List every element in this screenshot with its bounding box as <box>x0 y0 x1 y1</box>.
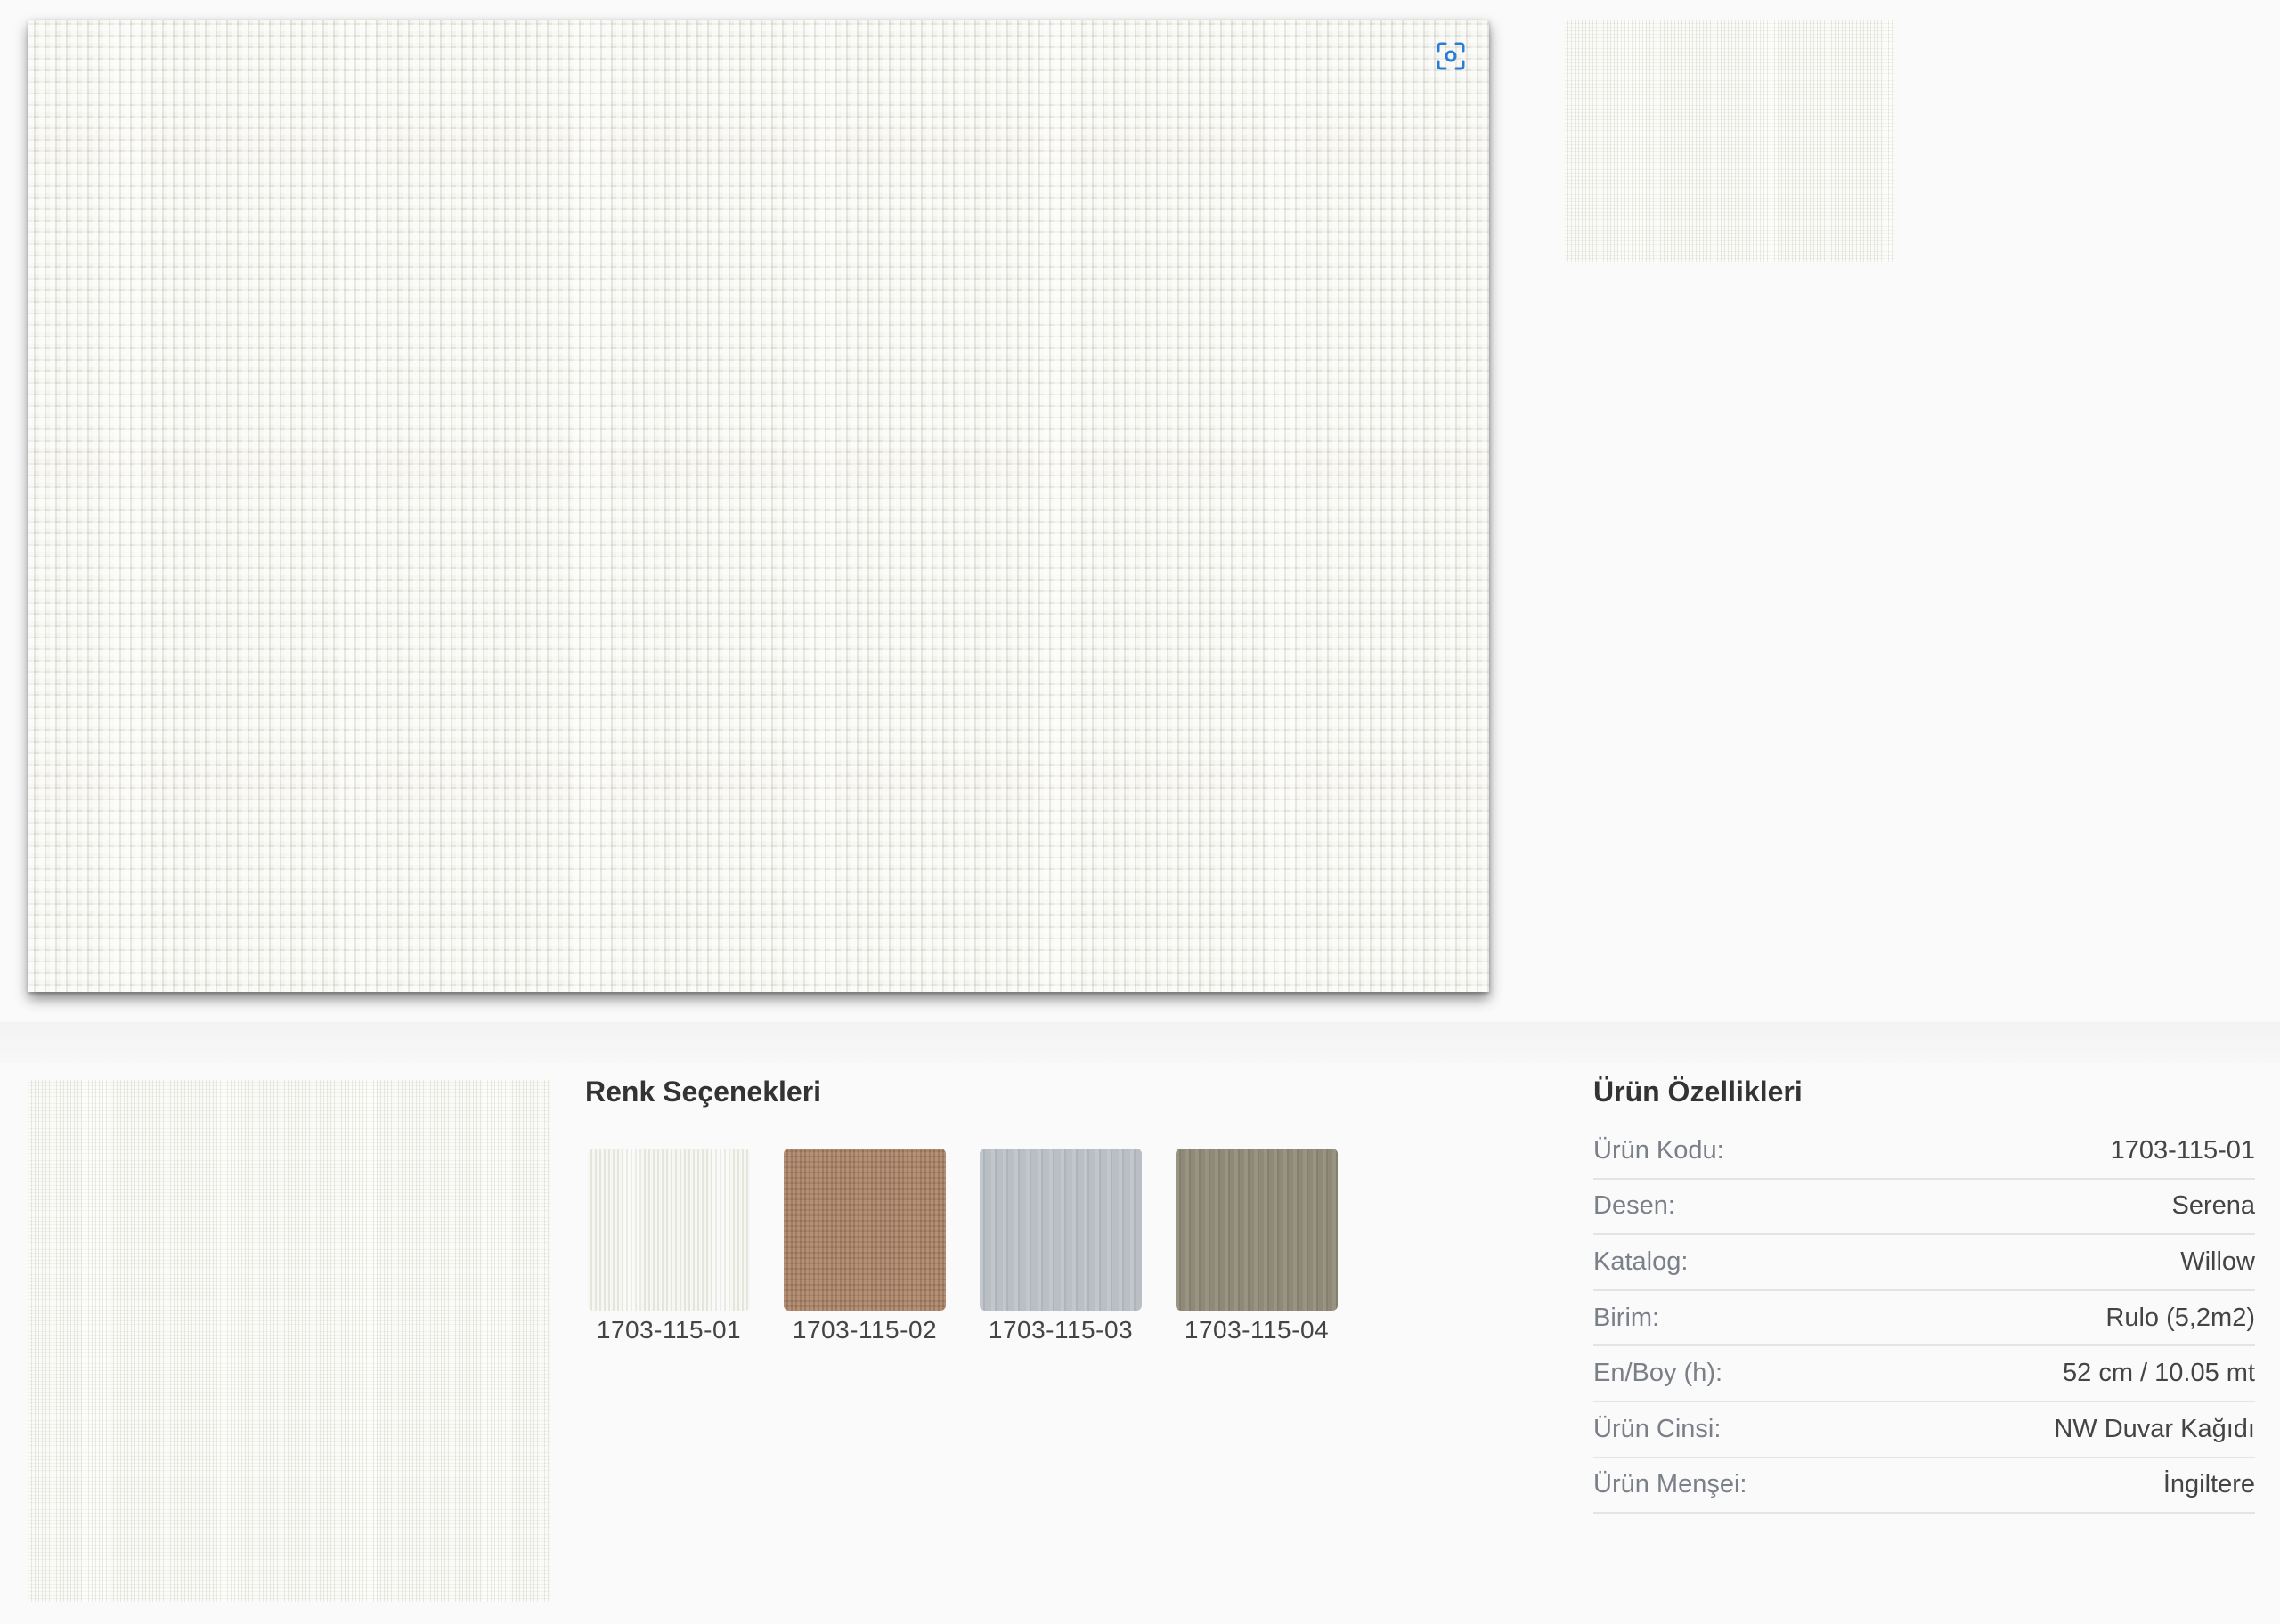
spec-value: Willow <box>2180 1246 2255 1276</box>
color-options-title: Renk Seçenekleri <box>585 1076 822 1108</box>
product-specs-table: Ürün Kodu: 1703-115-01 Desen: Serena Kat… <box>1593 1124 2255 1514</box>
main-product-image[interactable] <box>28 20 1489 992</box>
spec-label: Desen: <box>1593 1191 1675 1221</box>
swatch-chip[interactable] <box>784 1149 946 1311</box>
spec-row-catalog: Katalog: Willow <box>1593 1235 2255 1291</box>
spec-label: Katalog: <box>1593 1246 1689 1276</box>
color-swatch-1703-115-02[interactable]: 1703-115-02 <box>784 1149 946 1344</box>
product-preview-image <box>28 1080 550 1602</box>
spec-value: Serena <box>2171 1191 2255 1221</box>
swatch-chip[interactable] <box>588 1149 750 1311</box>
section-divider <box>0 1022 2280 1063</box>
color-swatch-1703-115-03[interactable]: 1703-115-03 <box>980 1149 1142 1344</box>
spec-row-pattern: Desen: Serena <box>1593 1180 2255 1236</box>
zoom-button[interactable] <box>1432 37 1470 75</box>
spec-row-origin: Ürün Menşei: İngiltere <box>1593 1458 2255 1514</box>
swatch-code: 1703-115-03 <box>988 1316 1134 1344</box>
spec-value: 1703-115-01 <box>2110 1135 2255 1165</box>
zoom-focus-icon <box>1437 42 1465 70</box>
swatch-chip[interactable] <box>980 1149 1142 1311</box>
spec-label: Ürün Cinsi: <box>1593 1414 1722 1443</box>
spec-value: İngiltere <box>2162 1470 2255 1499</box>
color-swatch-1703-115-04[interactable]: 1703-115-04 <box>1176 1149 1338 1344</box>
spec-label: Ürün Kodu: <box>1593 1135 1724 1165</box>
swatch-code: 1703-115-02 <box>792 1316 938 1344</box>
product-specs-title: Ürün Özellikleri <box>1593 1076 1803 1108</box>
spec-label: Birim: <box>1593 1303 1660 1332</box>
spec-value: 52 cm / 10.05 mt <box>2063 1359 2255 1388</box>
color-swatch-1703-115-01[interactable]: 1703-115-01 <box>588 1149 750 1344</box>
spec-label: En/Boy (h): <box>1593 1359 1723 1388</box>
spec-row-product-type: Ürün Cinsi: NW Duvar Kağıdı <box>1593 1402 2255 1458</box>
spec-label: Ürün Menşei: <box>1593 1470 1747 1499</box>
swatch-code: 1703-115-04 <box>1184 1316 1330 1344</box>
spec-row-dimensions: En/Boy (h): 52 cm / 10.05 mt <box>1593 1346 2255 1402</box>
swatch-chip[interactable] <box>1176 1149 1338 1311</box>
gallery-thumbnail[interactable] <box>1565 20 1894 262</box>
spec-row-product-code: Ürün Kodu: 1703-115-01 <box>1593 1124 2255 1180</box>
spec-value: Rulo (5,2m2) <box>2105 1303 2255 1332</box>
swatch-code: 1703-115-01 <box>596 1316 742 1344</box>
spec-row-unit: Birim: Rulo (5,2m2) <box>1593 1291 2255 1347</box>
spec-value: NW Duvar Kağıdı <box>2054 1414 2255 1443</box>
